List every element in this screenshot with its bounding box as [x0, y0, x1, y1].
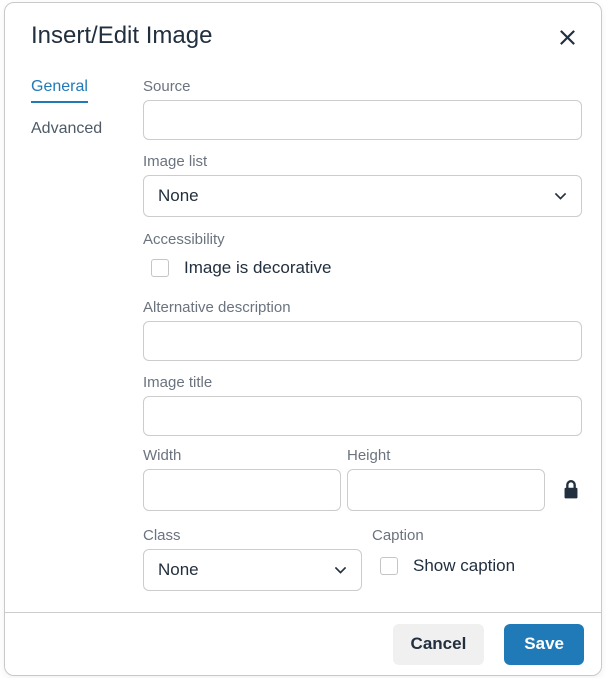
tab-general-label: General	[31, 77, 88, 103]
show-caption-label: Show caption	[413, 556, 515, 576]
dimensions-row: Width Height	[143, 446, 582, 511]
general-form: Source Image list None Accessibility Ima…	[143, 77, 582, 591]
alt-description-field: Alternative description	[143, 298, 582, 361]
image-title-input[interactable]	[143, 396, 582, 436]
dialog-title: Insert/Edit Image	[31, 21, 212, 51]
save-button[interactable]: Save	[504, 624, 584, 665]
chevron-down-icon	[332, 562, 349, 579]
image-title-label: Image title	[143, 373, 582, 392]
tab-advanced-label: Advanced	[31, 119, 102, 143]
class-selected-value: None	[158, 560, 199, 580]
constrain-proportions-button[interactable]	[560, 469, 582, 511]
height-field: Height	[347, 446, 545, 511]
constrain-proportions-col	[545, 446, 582, 511]
height-label: Height	[347, 446, 545, 465]
source-input[interactable]	[143, 100, 582, 140]
caption-label: Caption	[372, 526, 582, 545]
alt-description-label: Alternative description	[143, 298, 582, 317]
width-field: Width	[143, 446, 341, 511]
image-list-label: Image list	[143, 152, 582, 171]
close-icon	[558, 28, 577, 47]
accessibility-group: Accessibility Image is decorative	[143, 230, 582, 278]
show-caption-checkbox[interactable]	[380, 557, 398, 575]
class-select[interactable]: None	[143, 549, 362, 591]
cancel-button[interactable]: Cancel	[393, 624, 485, 665]
caption-group: Caption Show caption	[372, 526, 582, 576]
accessibility-label: Accessibility	[143, 230, 582, 249]
dialog-footer: Cancel Save	[5, 612, 601, 675]
chevron-down-icon	[552, 188, 569, 205]
image-list-select[interactable]: None	[143, 175, 582, 217]
class-label: Class	[143, 526, 362, 545]
dialog-header: Insert/Edit Image	[5, 3, 601, 51]
height-input[interactable]	[347, 469, 545, 511]
decorative-checkbox-row: Image is decorative	[143, 258, 582, 278]
tab-nav: General Advanced	[31, 77, 143, 591]
tab-general[interactable]: General	[31, 77, 143, 103]
image-list-field: Image list None	[143, 152, 582, 217]
class-field: Class None	[143, 526, 362, 591]
image-title-field: Image title	[143, 373, 582, 436]
source-field: Source	[143, 77, 582, 140]
class-caption-row: Class None Caption Show caption	[143, 526, 582, 591]
width-input[interactable]	[143, 469, 341, 511]
alt-description-input[interactable]	[143, 321, 582, 361]
source-label: Source	[143, 77, 582, 96]
show-caption-checkbox-row: Show caption	[372, 556, 582, 576]
tab-advanced[interactable]: Advanced	[31, 119, 143, 143]
dialog-body: General Advanced Source Image list None	[5, 51, 601, 591]
image-is-decorative-checkbox[interactable]	[151, 259, 169, 277]
image-list-selected-value: None	[158, 186, 199, 206]
lock-icon	[562, 479, 580, 501]
insert-edit-image-dialog: Insert/Edit Image General Advanced Sourc…	[4, 2, 602, 676]
width-label: Width	[143, 446, 341, 465]
image-is-decorative-label: Image is decorative	[184, 258, 331, 278]
close-button[interactable]	[549, 19, 585, 55]
